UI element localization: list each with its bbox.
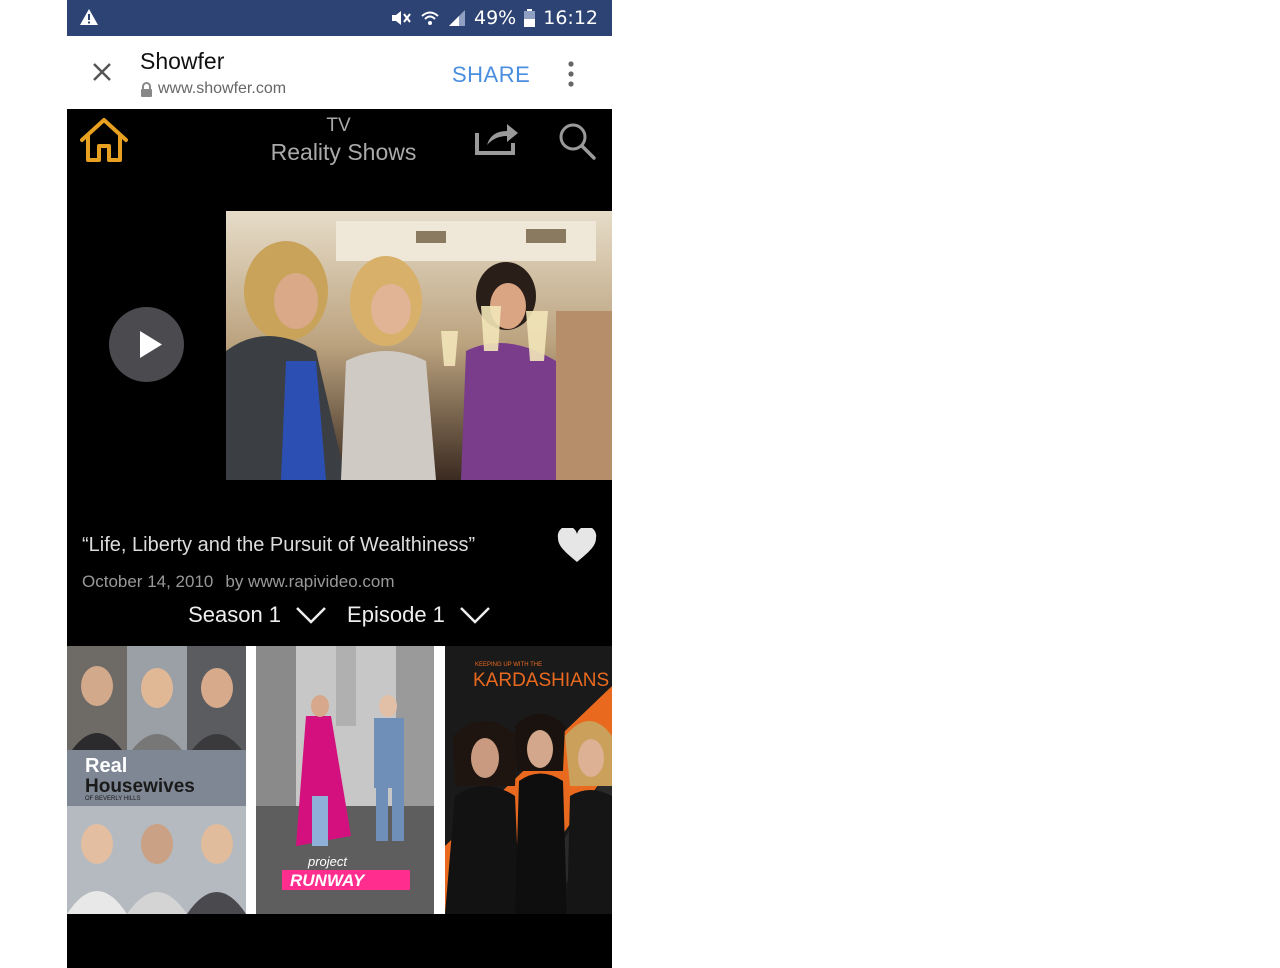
episode-date: October 14, 2010: [82, 572, 214, 591]
clock: 16:12: [543, 7, 598, 29]
phone-screen: 49% 16:12 Showfer www.showfer.com SHARE: [67, 0, 612, 968]
warning-icon: [80, 9, 98, 25]
battery-icon: [524, 9, 536, 27]
show-poster-real-housewives[interactable]: Real Housewives OF BEVERLY HILLS: [67, 646, 246, 914]
episode-label: Episode 1: [347, 602, 445, 627]
heart-icon[interactable]: [557, 528, 597, 564]
site-url: www.showfer.com: [140, 80, 286, 98]
video-thumbnail[interactable]: [226, 211, 612, 480]
season-episode-selectors: Season 1 Episode 1: [67, 602, 612, 628]
play-button[interactable]: [109, 307, 184, 382]
chevron-down-icon: [460, 607, 490, 624]
section-title: Reality Shows: [270, 139, 417, 165]
chevron-down-icon: [296, 607, 326, 624]
show-poster-kardashians[interactable]: KEEPING UP WITH THE KARDASHIANS: [445, 646, 612, 914]
episode-info: “Life, Liberty and the Pursuit of Wealth…: [67, 514, 612, 646]
signal-icon: [449, 10, 465, 26]
app-nav: TV Reality Shows: [67, 109, 612, 181]
season-label: Season 1: [188, 602, 282, 627]
season-dropdown[interactable]: Season 1: [188, 602, 327, 628]
url-text: www.showfer.com: [158, 80, 287, 97]
svg-text:RUNWAY: RUNWAY: [290, 871, 366, 890]
video-player: [67, 181, 612, 514]
show-grid: Real Housewives OF BEVERLY HILLS project…: [67, 646, 612, 914]
show-poster-project-runway[interactable]: project RUNWAY: [256, 646, 434, 914]
more-options-icon[interactable]: [567, 60, 575, 88]
svg-text:OF BEVERLY HILLS: OF BEVERLY HILLS: [85, 796, 140, 802]
category-label: TV: [326, 115, 351, 136]
episode-source: by www.rapivideo.com: [225, 572, 395, 591]
share-button[interactable]: SHARE: [452, 62, 530, 88]
svg-text:Housewives: Housewives: [85, 776, 195, 797]
svg-text:KEEPING UP WITH THE: KEEPING UP WITH THE: [475, 662, 542, 668]
close-icon[interactable]: [91, 61, 113, 83]
battery-percent: 49%: [474, 7, 517, 29]
episode-meta: October 14, 2010 by www.rapivideo.com: [82, 572, 395, 592]
wifi-icon: [421, 11, 439, 25]
lock-icon: [141, 81, 152, 97]
status-bar: 49% 16:12: [67, 0, 612, 36]
search-icon[interactable]: [557, 121, 597, 161]
episode-dropdown[interactable]: Episode 1: [347, 602, 491, 628]
play-icon: [140, 331, 162, 358]
episode-title: “Life, Liberty and the Pursuit of Wealth…: [82, 534, 476, 556]
svg-text:KARDASHIANS: KARDASHIANS: [473, 670, 609, 691]
mute-icon: [392, 11, 411, 25]
poster-title-housewives: Real: [85, 755, 127, 777]
page-title: Showfer: [140, 48, 225, 74]
browser-header: Showfer www.showfer.com SHARE: [67, 36, 612, 109]
share-icon[interactable]: [473, 119, 521, 157]
svg-text:project: project: [307, 854, 348, 869]
